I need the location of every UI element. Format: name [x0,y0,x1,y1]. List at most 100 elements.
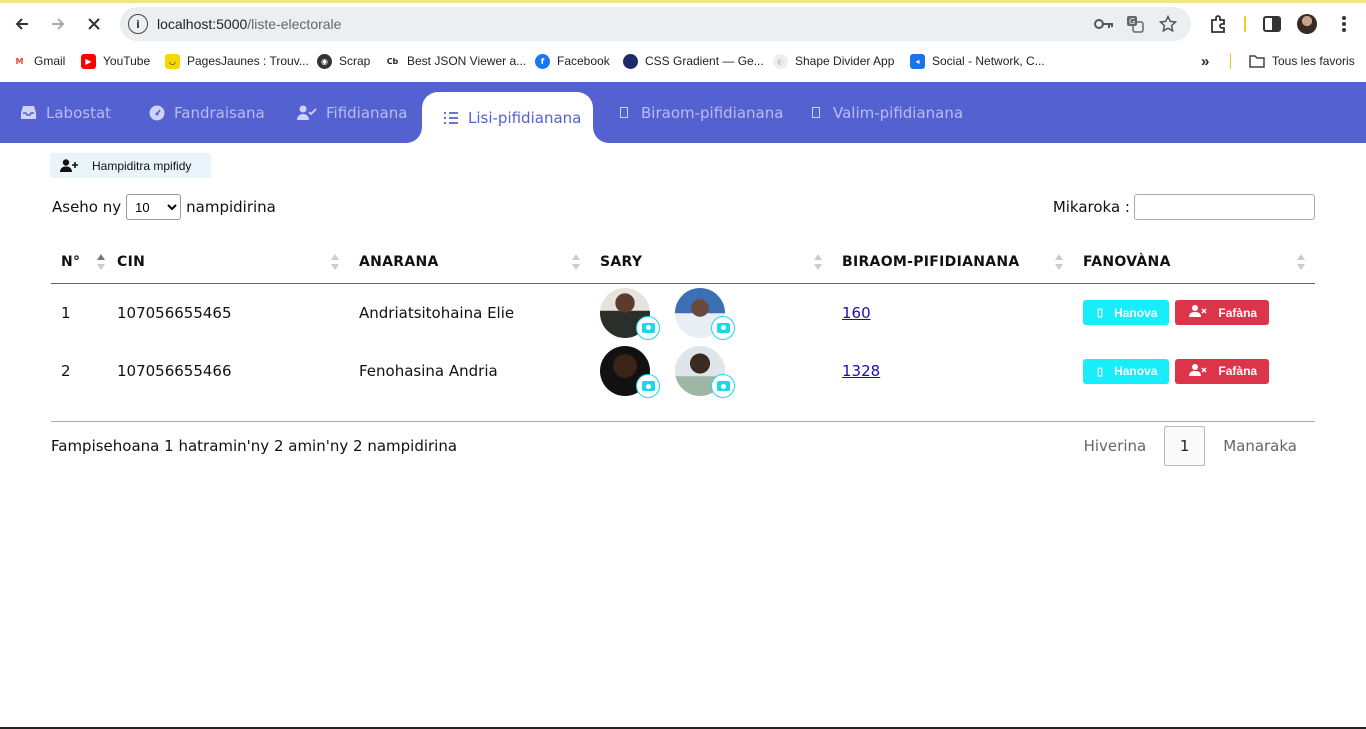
voter-photo [600,346,660,399]
address-bar[interactable]: i localhost:5000/liste-electorale G [120,7,1191,41]
square-icon [807,104,824,121]
nav-item-lisi-pifidianana[interactable]: Lisi-pifidianana [422,92,593,143]
nav-label: Lisi-pifidianana [468,108,582,127]
password-key-icon[interactable] [1094,15,1114,33]
square-icon [615,104,632,121]
toolbar-separator [1244,16,1246,32]
nav-item-biraom-pifidianana[interactable]: Biraom-pifidianana [615,82,783,143]
camera-icon[interactable] [711,315,735,340]
bookmarks-bar: M Gmail ▶ YouTube ◡ PagesJaunes : Trouv... … [0,48,1366,74]
list-icon [442,109,459,126]
cell-anarana: Andriatsitohaina Elie [359,303,515,322]
user-remove-icon [1189,363,1207,379]
extensions-icon[interactable] [1207,13,1229,35]
user-check-icon [297,104,317,121]
bookmark-shape-divider[interactable]: ◐ Shape Divider App [773,52,894,70]
bookmark-social-network[interactable]: ◂ Social - Network, C... [910,52,1045,70]
camera-icon[interactable] [636,315,660,340]
cell-actions: ▯ Hanova Fafàna [1073,283,1315,342]
biraom-link[interactable]: 1328 [842,362,880,380]
bookmark-scrap[interactable]: ◉ Scrap [317,52,370,70]
cell-sary [590,342,832,422]
camera-icon[interactable] [711,374,735,399]
all-bookmarks-folder[interactable]: Tous les favoris [1249,52,1355,70]
bookmark-gmail[interactable]: M Gmail [12,52,65,70]
table-row: 2 107056655466 Fenohasina Andria 1328 ▯ H… [51,342,1315,422]
bookmark-json-viewer[interactable]: Cb Best JSON Viewer a... [385,52,526,70]
cell-sary [590,283,832,342]
menu-dots-icon[interactable] [1333,13,1355,35]
dashboard-icon [148,104,165,121]
user-remove-icon [1189,305,1207,320]
voter-table: N° CIN ANARANA SARY BIRAOM-PIFIDIANANA F… [51,241,1315,422]
site-info-icon[interactable]: i [128,14,148,34]
search-input[interactable] [1134,194,1315,220]
side-panel-icon[interactable] [1261,13,1283,35]
translate-icon[interactable]: G [1125,15,1145,33]
nav-item-valim-pifidianana[interactable]: Valim-pifidianana [807,82,963,143]
bookmark-facebook[interactable]: f Facebook [535,52,610,70]
biraom-link[interactable]: 160 [842,304,871,322]
profile-avatar[interactable] [1297,14,1317,34]
stop-loading-icon[interactable] [82,12,106,36]
page-length-prefix: Aseho ny [52,198,122,216]
bookmarks-separator [1230,53,1231,69]
pagination: Hiverina 1 Manaraka [1066,426,1315,466]
forward-icon[interactable] [46,12,70,36]
more-bookmarks-icon[interactable]: » [1201,52,1209,70]
column-header-fanovana[interactable]: FANOVÀNA [1073,241,1315,284]
column-header-no[interactable]: N° [51,241,107,284]
page-length-suffix: nampidirina [186,198,276,216]
add-voter-button[interactable]: Hampiditra mpifidy [50,153,211,178]
sort-icon [814,254,822,270]
edit-icon: ▯ [1097,365,1104,378]
next-page-button[interactable]: Manaraka [1205,437,1315,455]
delete-button[interactable]: Fafàna [1175,358,1270,384]
nav-item-fandraisana[interactable]: Fandraisana [148,82,265,143]
sort-asc-icon [97,254,105,270]
nav-item-labostat[interactable]: Labostat [20,82,111,143]
bookmark-youtube[interactable]: ▶ YouTube [81,52,150,70]
url-text[interactable]: localhost:5000/liste-electorale [157,16,341,32]
cell-cin: 107056655465 [117,303,232,322]
table-row: 1 107056655465 Andriatsitohaina Elie 160… [51,283,1315,342]
browser-toolbar: i localhost:5000/liste-electorale G [0,0,1366,48]
loading-bar [0,0,1366,3]
cell-cin: 107056655466 [107,342,349,422]
css-gradient-icon: ● [623,53,638,69]
column-header-biraom[interactable]: BIRAOM-PIFIDIANANA [832,241,1073,284]
current-page-button[interactable]: 1 [1164,426,1206,466]
edit-button[interactable]: ▯ Hanova [1083,300,1170,326]
sort-icon [572,254,580,270]
nav-label: Valim-pifidianana [833,103,964,122]
table-header-row: N° CIN ANARANA SARY BIRAOM-PIFIDIANANA F… [51,241,1315,284]
column-header-sary[interactable]: SARY [590,241,832,284]
nav-label: Labostat [46,103,112,122]
app-navbar: Labostat Fandraisana Fifidianana Lisi-pi… [0,82,1366,143]
search-control: Mikaroka : [1053,194,1315,220]
cell-no: 2 [51,342,107,422]
camera-icon[interactable] [636,374,660,399]
nav-item-fifidianana[interactable]: Fifidianana [297,82,407,143]
cell-biraom: 1328 [832,342,1073,422]
bookmark-pagesjaunes[interactable]: ◡ PagesJaunes : Trouv... [165,52,309,70]
nav-label: Fandraisana [174,103,265,122]
sort-icon [1055,254,1063,270]
column-header-cin[interactable]: CIN [107,241,349,284]
previous-page-button[interactable]: Hiverina [1066,437,1165,455]
bookmark-star-icon[interactable] [1158,15,1178,33]
page-length-select[interactable]: 10 25 50 100 [126,194,182,220]
cb-icon: Cb [385,53,400,69]
nav-label: Biraom-pifidianana [641,103,784,122]
back-icon[interactable] [10,12,34,36]
column-header-anarana[interactable]: ANARANA [349,241,590,284]
sort-icon [1297,254,1305,270]
youtube-icon: ▶ [81,53,96,69]
edit-button[interactable]: ▯ Hanova [1083,358,1170,384]
bookmark-css-gradient[interactable]: ● CSS Gradient — Ge... [623,52,764,70]
sort-icon [331,254,339,270]
social-network-icon: ◂ [910,53,925,69]
search-label: Mikaroka : [1052,198,1130,216]
delete-button[interactable]: Fafàna [1175,300,1270,326]
cell-no: 1 [61,303,71,322]
